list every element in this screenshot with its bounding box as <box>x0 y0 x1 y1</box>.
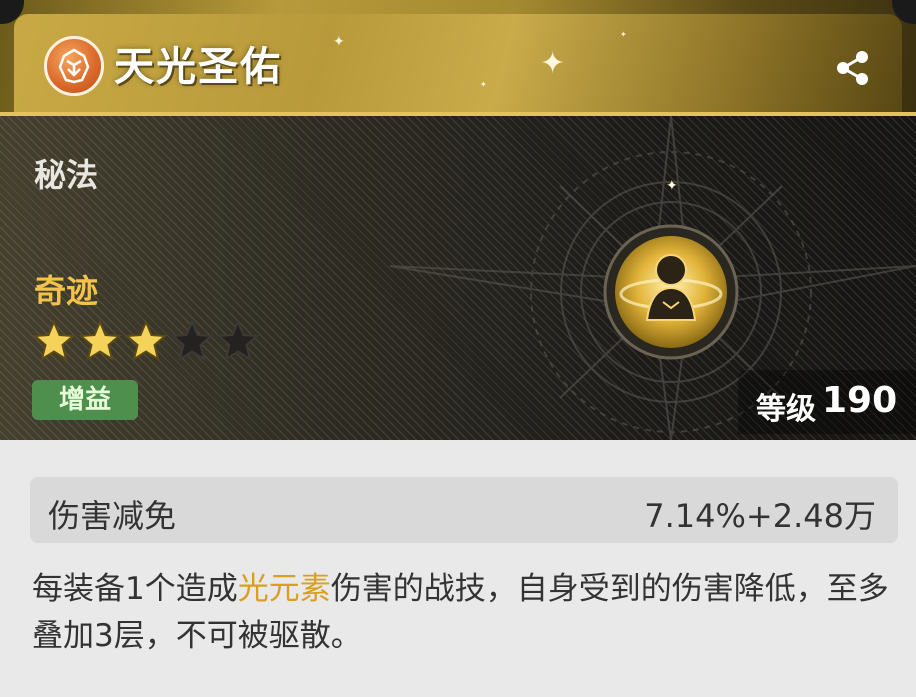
sparkle-icon: ✦ <box>480 80 487 89</box>
item-title: 天光圣佑 <box>114 44 282 90</box>
sparkle-icon: ✦ <box>666 178 678 194</box>
star-filled-icon <box>78 319 122 362</box>
element-highlight: 光元素 <box>237 571 331 607</box>
stat-name: 伤害减免 <box>48 497 177 535</box>
level-panel: 等级 190 <box>738 370 916 434</box>
level-label: 等级 <box>756 392 816 427</box>
item-rarity: 奇迹 <box>34 272 99 310</box>
sparkle-icon: ✦ <box>333 34 345 50</box>
description-text: 每装备1个造成 <box>32 571 238 607</box>
sparkle-icon: ✦ <box>540 46 566 81</box>
star-filled-icon <box>124 319 168 362</box>
star-empty-icon <box>170 319 214 362</box>
item-description: 每装备1个造成光元素伤害的战技，自身受到的伤害降低，至多叠加3层，不可被驱散。 <box>32 566 902 660</box>
buff-tag-badge: 增益 <box>32 380 138 420</box>
star-filled-icon <box>32 319 76 362</box>
item-detail-card: ✦ ✦ ✦ ✦ 天光圣佑 秘法 奇迹 增益 ✦ 等级 190 伤害减免 7.14… <box>0 0 916 697</box>
share-icon[interactable] <box>833 48 873 88</box>
item-category: 秘法 <box>34 156 99 194</box>
sparkle-icon: ✦ <box>620 30 627 39</box>
card-header: ✦ ✦ ✦ ✦ 天光圣佑 <box>0 0 916 116</box>
star-rating <box>32 319 260 363</box>
level-value: 190 <box>822 380 898 421</box>
item-info-band: 秘法 奇迹 增益 ✦ 等级 190 <box>0 116 916 440</box>
star-empty-icon <box>216 319 260 362</box>
golden-figure-emblem-icon <box>601 222 741 362</box>
crest-emblem-icon <box>44 36 104 96</box>
stat-value: 7.14%+2.48万 <box>644 497 876 535</box>
stat-row: 伤害减免 7.14%+2.48万 <box>30 477 898 543</box>
